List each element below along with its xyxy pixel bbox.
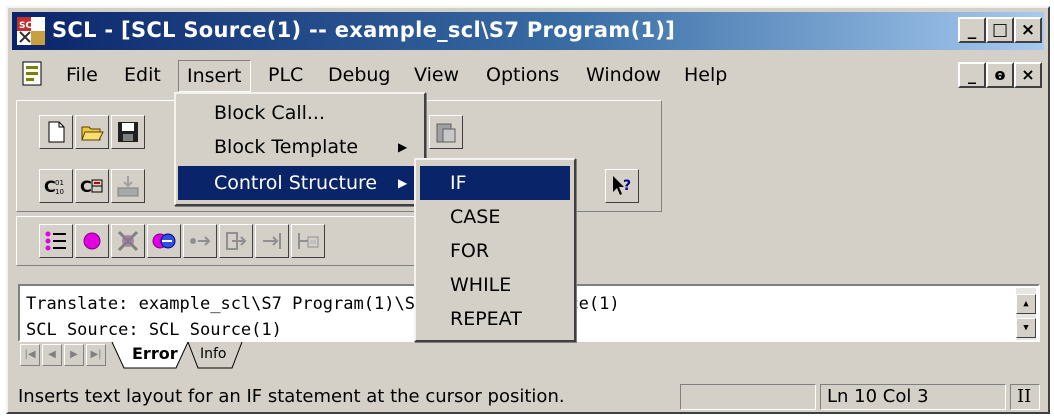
svg-text:01: 01 [55, 179, 64, 187]
delete-breakpoints-icon[interactable] [111, 224, 145, 258]
prev-tab-icon[interactable]: ◀ [42, 344, 62, 366]
mdi-minimize-button[interactable]: _ [958, 62, 986, 88]
menu-edit[interactable]: Edit [116, 60, 169, 92]
menu-help[interactable]: Help [676, 60, 735, 92]
submenu-arrow-icon: ▶ [398, 140, 408, 154]
scl-app-icon[interactable]: SCL [16, 16, 46, 46]
cursor-position: Ln 10 Col 3 [820, 384, 1006, 410]
save-icon[interactable] [111, 115, 145, 149]
control-structure-submenu: IF CASE FOR WHILE REPEAT [414, 158, 576, 342]
menu-bar: File Edit Insert PLC Debug View Options … [12, 54, 1044, 94]
svg-text:C: C [80, 177, 92, 196]
breakpoint-list-icon[interactable] [39, 224, 73, 258]
vertical-scrollbar[interactable]: ▲ ▼ [1016, 288, 1036, 340]
next-tab-icon[interactable]: ▶ [64, 344, 84, 366]
menu-item-block-call[interactable]: Block Call... [178, 96, 422, 130]
context-help-icon[interactable]: ? [605, 169, 639, 203]
output-line-source: SCL Source: SCL Source(1) [26, 320, 282, 340]
minimize-button[interactable]: _ [958, 17, 986, 43]
menu-item-label: Block Call... [214, 102, 326, 124]
status-message: Inserts text layout for an IF statement … [18, 386, 565, 407]
submenu-item-for[interactable]: FOR [420, 234, 570, 268]
menu-file[interactable]: File [58, 60, 106, 92]
status-empty-panel [680, 384, 816, 410]
title-bar[interactable]: SCL SCL - [SCL Source(1) -- example_scl\… [12, 12, 1044, 50]
scroll-up-icon[interactable]: ▲ [1016, 294, 1036, 314]
toggle-breakpoints-icon[interactable] [147, 224, 181, 258]
paste-icon[interactable] [429, 115, 463, 149]
menu-window[interactable]: Window [578, 60, 669, 92]
svg-text:?: ? [623, 178, 631, 194]
tab-info[interactable]: Info [190, 344, 237, 370]
svg-text:SCL: SCL [19, 21, 38, 31]
document-icon[interactable] [22, 61, 44, 87]
menu-item-label: Control Structure [214, 172, 378, 194]
svg-text:C: C [44, 177, 56, 196]
close-button[interactable]: × [1014, 17, 1042, 43]
insert-menu: Block Call... Block Template ▶ Control S… [174, 92, 426, 206]
maximize-button[interactable]: □ [986, 17, 1014, 43]
debug-toolbar [16, 216, 422, 266]
last-tab-icon[interactable]: ▶| [86, 344, 106, 366]
window-title: SCL - [SCL Source(1) -- example_scl\S7 P… [52, 18, 676, 42]
run-to-cursor-icon[interactable] [291, 224, 325, 258]
submenu-item-if[interactable]: IF [420, 166, 570, 200]
status-bar: Inserts text layout for an IF statement … [12, 380, 1044, 412]
mdi-close-button[interactable]: × [1014, 62, 1042, 88]
download-icon[interactable] [111, 169, 145, 203]
menu-insert[interactable]: Insert [178, 60, 251, 92]
submenu-item-case[interactable]: CASE [420, 200, 570, 234]
menu-item-control-structure[interactable]: Control Structure ▶ [178, 166, 422, 200]
main-window: SCL SCL - [SCL Source(1) -- example_scl\… [6, 6, 1050, 414]
go-to-next-icon[interactable] [183, 224, 217, 258]
step-over-icon[interactable] [255, 224, 289, 258]
submenu-item-repeat[interactable]: REPEAT [420, 302, 570, 336]
first-tab-icon[interactable]: |◀ [20, 344, 40, 366]
mdi-restore-button[interactable]: ⱺ [986, 62, 1014, 88]
menu-plc[interactable]: PLC [260, 60, 311, 92]
menu-item-label: Block Template [214, 136, 359, 158]
status-mode: II [1010, 384, 1040, 410]
new-file-icon[interactable] [39, 115, 73, 149]
tab-error[interactable]: Error [122, 342, 188, 368]
menu-view[interactable]: View [406, 60, 467, 92]
submenu-arrow-icon: ▶ [398, 176, 408, 190]
open-folder-icon[interactable] [75, 115, 109, 149]
step-into-icon[interactable] [219, 224, 253, 258]
submenu-item-while[interactable]: WHILE [420, 268, 570, 302]
svg-text:10: 10 [55, 188, 64, 196]
menu-item-block-template[interactable]: Block Template ▶ [178, 130, 422, 164]
compile-all-icon[interactable]: C [75, 169, 109, 203]
menu-debug[interactable]: Debug [320, 60, 398, 92]
set-breakpoint-icon[interactable] [75, 224, 109, 258]
compile-icon[interactable]: C 01 10 [39, 169, 73, 203]
scroll-down-icon[interactable]: ▼ [1016, 318, 1036, 338]
menu-options[interactable]: Options [478, 60, 567, 92]
